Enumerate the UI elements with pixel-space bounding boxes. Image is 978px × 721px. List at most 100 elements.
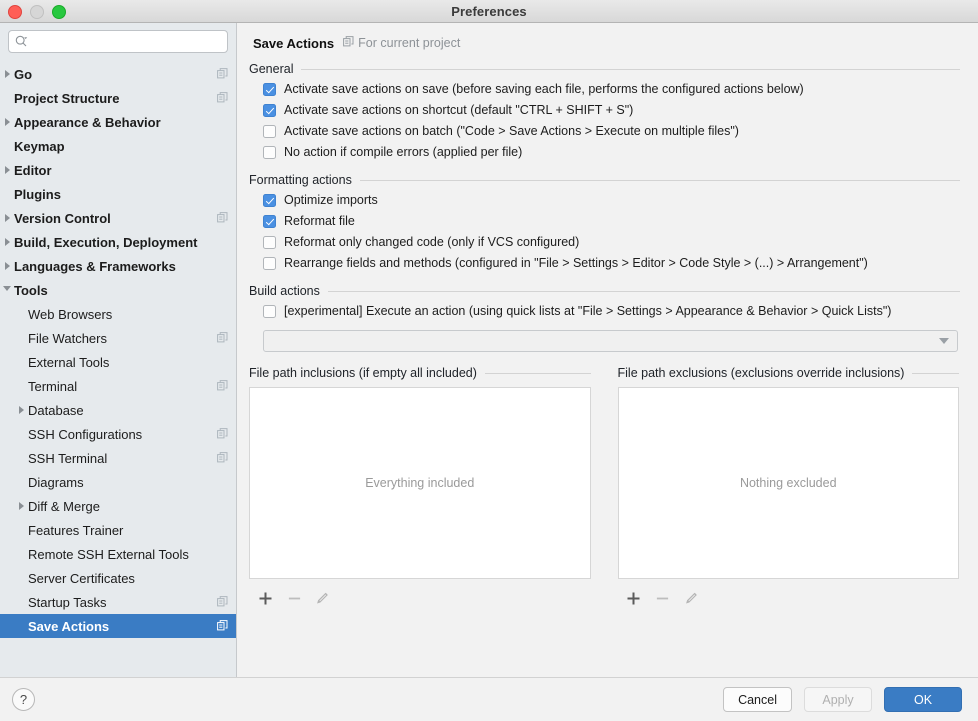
sidebar-item-startup-tasks[interactable]: Startup Tasks	[0, 590, 236, 614]
sidebar-item-file-watchers[interactable]: File Watchers	[0, 326, 236, 350]
project-scope-icon	[217, 67, 228, 82]
sidebar-item-label: Diagrams	[28, 475, 228, 490]
sidebar-item-save-actions[interactable]: Save Actions	[0, 614, 236, 638]
sidebar-item-external-tools[interactable]: External Tools	[0, 350, 236, 374]
close-button[interactable]	[8, 5, 22, 19]
checkbox-unchecked[interactable]	[263, 236, 276, 249]
checkbox-row[interactable]: Reformat only changed code (only if VCS …	[263, 234, 978, 255]
checkbox-unchecked[interactable]	[263, 146, 276, 159]
checkbox-unchecked[interactable]	[263, 305, 276, 318]
sidebar-item-editor[interactable]: Editor	[0, 158, 236, 182]
sidebar-item-label: Features Trainer	[28, 523, 228, 538]
checkbox-checked[interactable]	[263, 215, 276, 228]
inclusions-remove-button[interactable]	[285, 589, 303, 607]
cancel-button[interactable]: Cancel	[723, 687, 792, 712]
chevron-right-icon[interactable]	[0, 118, 14, 126]
sidebar-item-ssh-terminal[interactable]: SSH Terminal	[0, 446, 236, 470]
sidebar-item-web-browsers[interactable]: Web Browsers	[0, 302, 236, 326]
preferences-window: Preferences GoProject StructureAppearanc	[0, 0, 978, 721]
sidebar-item-go[interactable]: Go	[0, 62, 236, 86]
sidebar-item-label: Go	[14, 67, 211, 82]
chevron-right-icon[interactable]	[0, 238, 14, 246]
chevron-right-icon[interactable]	[0, 214, 14, 222]
exclusions-remove-button[interactable]	[654, 589, 672, 607]
minimize-button[interactable]	[30, 5, 44, 19]
sidebar-item-diff-merge[interactable]: Diff & Merge	[0, 494, 236, 518]
sidebar-item-label: Editor	[14, 163, 228, 178]
general-checkbox-group: Activate save actions on save (before sa…	[237, 76, 978, 165]
search-input[interactable]	[32, 34, 221, 50]
sidebar-item-label: SSH Configurations	[28, 427, 211, 442]
chevron-right-icon[interactable]	[14, 406, 28, 414]
checkbox-row[interactable]: No action if compile errors (applied per…	[263, 144, 978, 165]
help-button[interactable]: ?	[12, 688, 35, 711]
checkbox-label: No action if compile errors (applied per…	[284, 144, 522, 160]
settings-tree: Go Project StructureAppearance & Behavior…	[0, 59, 236, 678]
inclusions-edit-icon[interactable]	[314, 589, 332, 607]
checkbox-row[interactable]: Optimize imports	[263, 192, 978, 213]
sidebar-item-terminal[interactable]: Terminal	[0, 374, 236, 398]
checkbox-checked[interactable]	[263, 104, 276, 117]
sidebar-item-label: Build, Execution, Deployment	[14, 235, 228, 250]
chevron-down-icon	[939, 338, 949, 344]
checkbox-unchecked[interactable]	[263, 125, 276, 138]
sidebar-item-label: Terminal	[28, 379, 211, 394]
checkbox-label: Reformat only changed code (only if VCS …	[284, 234, 579, 250]
checkbox-row[interactable]: Rearrange fields and methods (configured…	[263, 255, 978, 276]
sidebar-item-tools[interactable]: Tools	[0, 278, 236, 302]
inclusions-add-button[interactable]	[256, 589, 274, 607]
chevron-right-icon[interactable]	[0, 70, 14, 78]
section-divider	[485, 373, 591, 374]
checkbox-label: Activate save actions on batch ("Code > …	[284, 123, 739, 139]
exclusions-edit-icon[interactable]	[683, 589, 701, 607]
window-controls	[8, 5, 66, 19]
checkbox-row[interactable]: Activate save actions on batch ("Code > …	[263, 123, 978, 144]
sidebar-item-project-structure[interactable]: Project Structure	[0, 86, 236, 110]
sidebar-item-diagrams[interactable]: Diagrams	[0, 470, 236, 494]
settings-sidebar: Go Project StructureAppearance & Behavior…	[0, 23, 237, 678]
chevron-down-icon[interactable]	[0, 286, 14, 295]
apply-button[interactable]: Apply	[804, 687, 872, 712]
checkbox-row[interactable]: Reformat file	[263, 213, 978, 234]
ok-button[interactable]: OK	[884, 687, 962, 712]
zoom-button[interactable]	[52, 5, 66, 19]
sidebar-item-server-certificates[interactable]: Server Certificates	[0, 566, 236, 590]
sidebar-item-ssh-configurations[interactable]: SSH Configurations	[0, 422, 236, 446]
sidebar-item-label: SSH Terminal	[28, 451, 211, 466]
title-bar: Preferences	[0, 0, 978, 23]
project-scope-icon	[217, 211, 228, 226]
checkbox-unchecked[interactable]	[263, 257, 276, 270]
search-box[interactable]	[8, 30, 228, 53]
checkbox-checked[interactable]	[263, 83, 276, 96]
sidebar-item-label: Server Certificates	[28, 571, 228, 586]
sidebar-item-label: Web Browsers	[28, 307, 228, 322]
section-label-formatting: Formatting actions	[249, 173, 352, 187]
sidebar-item-plugins[interactable]: Plugins	[0, 182, 236, 206]
sidebar-item-label: Save Actions	[28, 619, 211, 634]
sidebar-item-features-trainer[interactable]: Features Trainer	[0, 518, 236, 542]
exclusions-add-button[interactable]	[625, 589, 643, 607]
checkbox-row[interactable]: Activate save actions on shortcut (defau…	[263, 102, 978, 123]
search-container	[0, 23, 236, 59]
exclusions-list[interactable]: Nothing excluded	[618, 387, 960, 579]
sidebar-item-version-control[interactable]: Version Control	[0, 206, 236, 230]
checkbox-checked[interactable]	[263, 194, 276, 207]
checkbox-row[interactable]: [experimental] Execute an action (using …	[263, 303, 978, 324]
chevron-right-icon[interactable]	[14, 502, 28, 510]
chevron-right-icon[interactable]	[0, 262, 14, 270]
project-scope-icon	[217, 427, 228, 442]
sidebar-item-languages-frameworks[interactable]: Languages & Frameworks	[0, 254, 236, 278]
sidebar-item-keymap[interactable]: Keymap	[0, 134, 236, 158]
checkbox-row[interactable]: Activate save actions on save (before sa…	[263, 81, 978, 102]
section-header-build: Build actions	[237, 284, 978, 298]
sidebar-item-remote-ssh-external-tools[interactable]: Remote SSH External Tools	[0, 542, 236, 566]
sidebar-item-build-execution-deployment[interactable]: Build, Execution, Deployment	[0, 230, 236, 254]
sidebar-item-database[interactable]: Database	[0, 398, 236, 422]
chevron-right-icon[interactable]	[0, 166, 14, 174]
quick-list-combo-container	[237, 324, 978, 352]
project-scope-icon	[217, 619, 228, 634]
quick-list-combo[interactable]	[263, 330, 958, 352]
sidebar-item-appearance-behavior[interactable]: Appearance & Behavior	[0, 110, 236, 134]
inclusions-list[interactable]: Everything included	[249, 387, 591, 579]
sidebar-item-label: Keymap	[14, 139, 228, 154]
